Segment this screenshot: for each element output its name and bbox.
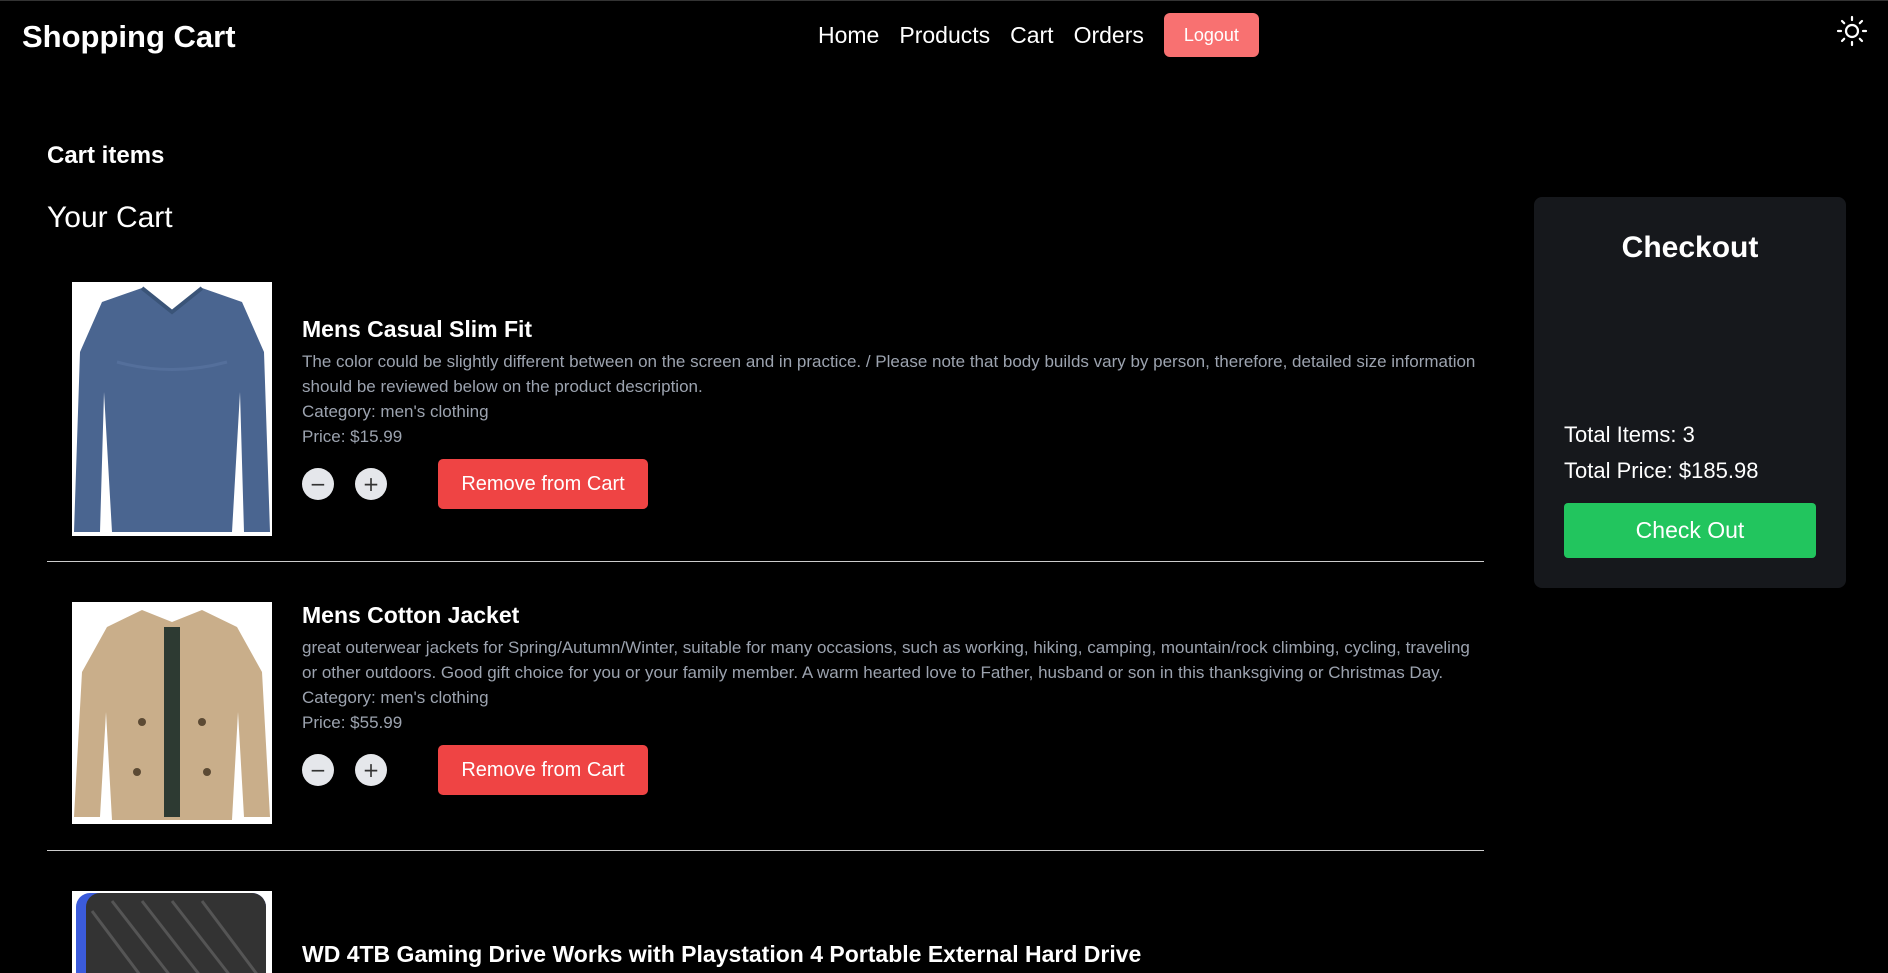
item-description: great outerwear jackets for Spring/Autum… (302, 638, 1470, 682)
total-price: Total Price: $185.98 (1564, 458, 1759, 483)
cart-list: Mens Casual Slim Fit The color could be … (47, 270, 1484, 973)
product-image (72, 282, 272, 536)
item-controls: − + Remove from Cart (302, 459, 1482, 509)
cart-item: WD 4TB Gaming Drive Works with Playstati… (47, 851, 1484, 973)
item-info: Mens Casual Slim Fit The color could be … (302, 316, 1482, 509)
item-category: Category: men's clothing (302, 402, 489, 421)
checkout-title: Checkout (1621, 231, 1759, 264)
product-image (72, 602, 272, 824)
item-price: Price: $15.99 (302, 427, 403, 446)
cart-item: Mens Casual Slim Fit The color could be … (47, 270, 1484, 562)
decrement-button[interactable]: − (302, 468, 334, 500)
check-out-button[interactable]: Check Out (1564, 503, 1816, 558)
item-category: Category: men's clothing (302, 688, 489, 707)
nav-orders-link[interactable]: Orders (1074, 22, 1144, 49)
sun-icon[interactable] (1836, 15, 1868, 47)
top-navbar: Shopping Cart Home Products Cart Orders … (0, 0, 1888, 72)
product-image (72, 891, 272, 973)
nav-products-link[interactable]: Products (899, 22, 990, 49)
item-name: Mens Casual Slim Fit (302, 316, 533, 342)
item-price: Price: $55.99 (302, 713, 403, 732)
item-info: Mens Cotton Jacket great outerwear jacke… (302, 602, 1482, 795)
decrement-button[interactable]: − (302, 754, 334, 786)
item-info: WD 4TB Gaming Drive Works with Playstati… (302, 941, 1482, 973)
section-title: Cart items (47, 142, 165, 169)
jacket-image-icon (72, 602, 272, 824)
shirt-image-icon (72, 282, 272, 536)
nav-home-link[interactable]: Home (818, 22, 879, 49)
item-name: Mens Cotton Jacket (302, 602, 520, 628)
hard-drive-image-icon (72, 891, 272, 973)
nav-cart-link[interactable]: Cart (1010, 22, 1053, 49)
item-controls: − + Remove from Cart (302, 745, 1482, 795)
increment-button[interactable]: + (355, 754, 387, 786)
cart-heading: Your Cart (47, 201, 173, 234)
item-description: The color could be slightly different be… (302, 352, 1476, 396)
checkout-panel: Checkout Total Items: 3 Total Price: $18… (1534, 197, 1846, 588)
cart-item: Mens Cotton Jacket great outerwear jacke… (47, 562, 1484, 851)
checkout-totals: Total Items: 3 Total Price: $185.98 (1564, 417, 1758, 489)
remove-from-cart-button[interactable]: Remove from Cart (438, 745, 648, 795)
brand-title[interactable]: Shopping Cart (22, 19, 236, 55)
logout-button[interactable]: Logout (1163, 13, 1259, 57)
main-nav: Home Products Cart Orders Logout (818, 13, 1259, 57)
increment-button[interactable]: + (355, 468, 387, 500)
total-items: Total Items: 3 (1564, 422, 1695, 447)
remove-from-cart-button[interactable]: Remove from Cart (438, 459, 648, 509)
item-name: WD 4TB Gaming Drive Works with Playstati… (302, 941, 1142, 967)
